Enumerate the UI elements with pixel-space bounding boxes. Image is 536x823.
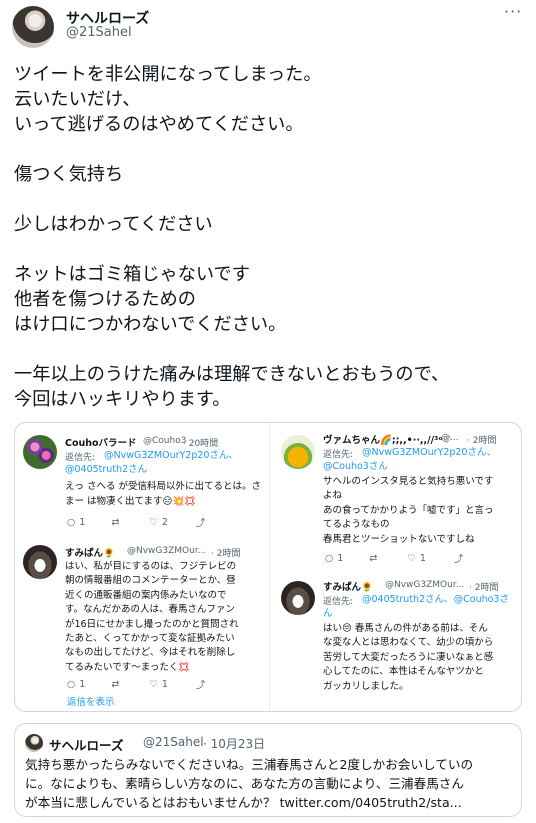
body-line: はけ口につかわないでください。	[14, 314, 287, 335]
reply-text-line: たあと、くってかかって変な証拠みたい	[65, 633, 235, 645]
reply-avatar	[281, 435, 315, 469]
reply-text-line: ガッカリしました。	[323, 680, 409, 692]
body-line: 一年以上のうけた痛みは理解できないとおもうので、	[14, 364, 450, 385]
body-line: 少しはわかってください	[14, 214, 213, 235]
like-count: 1	[419, 552, 426, 564]
reply-actions: ○ 1 ⇄ ♡ 1 ⤴	[67, 677, 257, 692]
reply-text-line: す。なんだかあの人は、春馬さんファン	[65, 604, 236, 616]
body-line: 傷つく気持ち	[14, 164, 124, 185]
retweet-icon: ⇄	[369, 552, 378, 564]
body-line	[14, 137, 524, 162]
reply-text-line: なもの出してたけど、今はそれを削除し	[65, 647, 236, 659]
reply-handle: @NvwG3ZMOur...	[385, 580, 465, 590]
quoted-text-line: 気持ち悪かったらみないでくださいね。三浦春馬さんと2度しかお会いしていの	[25, 757, 474, 772]
more-options-icon[interactable]: ···	[504, 2, 522, 21]
author-avatar[interactable]	[12, 6, 54, 48]
quoted-date: · 10月23日	[203, 737, 266, 751]
reply-time: · 2時間	[467, 436, 497, 446]
quoted-author-avatar	[25, 734, 43, 752]
like-count: 2	[161, 516, 168, 528]
body-line: いって逃げるのはやめてください。	[14, 114, 304, 135]
reply-text-line: 心してたのに、本性はそんなヤツかと	[323, 666, 484, 678]
reply-handle: @Couho3	[143, 436, 187, 446]
reply-prefix: 返信先:	[323, 450, 354, 460]
reply-author-name: すみぱん🌻	[323, 582, 373, 593]
reply-to-link: @Couho3さん	[323, 461, 388, 472]
quoted-text-line: が本当に悲しんでいるとはおもいませんか？ twitter.com/0405tru…	[25, 795, 462, 810]
like-icon: ♡	[149, 678, 158, 690]
reply-icon: ○	[67, 678, 76, 690]
reply-text-line: が16日にせかまし撮ったのかと質問され	[65, 618, 239, 630]
quoted-text: 気持ち悪かったらみないでくださいね。三浦春馬さんと2度しかお会いしていの に。な…	[25, 755, 473, 812]
quoted-text-line: に。なによりも、素晴らしい方なのに、あなた方の言動により、三浦春馬さん	[25, 776, 465, 791]
reply-text-line: はい😔 春馬さんの件がある前は、そん	[323, 623, 488, 634]
reply-prefix: 返信先:	[65, 453, 96, 463]
reply-count: 1	[337, 552, 344, 564]
body-line: 今回はハッキリやります。	[14, 389, 231, 410]
body-line: 他者を傷つけるための	[14, 289, 196, 310]
reply-to-link: ん	[323, 608, 333, 619]
reply-to-link: @0405truth2さん、@Couho3さ	[362, 594, 509, 605]
body-line: ツイートを非公開になってしまった。	[14, 64, 322, 85]
quoted-tweet[interactable]: サヘルローズ @21Sahel · 10月23日 気持ち悪かったらみないでくださ…	[14, 723, 522, 817]
body-line: ネットはゴミ箱じゃないです	[14, 264, 250, 285]
reply-author-name: Couhoバラード	[65, 438, 137, 449]
reply-text: はい、私が目にするのは、フジテレビの 朝の情報番組のコメンテーターとか、昼 近く…	[65, 560, 239, 675]
reply-avatar	[281, 581, 315, 615]
tweet-body: ツイートを非公開になってしまった。 云いたいだけ、 いって逃げるのはやめてくださ…	[14, 62, 524, 412]
reply-text: はい😔 春馬さんの件がある前は、そん な変な人とは思わなくて、幼少の頃から 苦労…	[323, 622, 493, 694]
reply-text: サヘルのインスタ見ると気持ち悪いです よね あの食ってかかりよう「嘘です」と言っ…	[323, 475, 494, 547]
reply-icon: ○	[325, 552, 334, 564]
reply-to-link: @NvwG3ZMOurY2p20さん、	[362, 447, 496, 458]
reply-avatar	[23, 435, 57, 469]
reply-time: · 20時間	[183, 439, 219, 449]
show-replies-link: 返信を表示	[67, 697, 115, 708]
like-icon: ♡	[407, 552, 416, 564]
reply-prefix: 返信先:	[323, 597, 354, 607]
retweet-icon: ⇄	[111, 678, 120, 690]
reply-text-line: 近くの通販番組の案内係みたいなので	[65, 589, 227, 601]
reply-text-line: てるみたいです〜まったく💢	[65, 661, 191, 673]
like-icon: ♡	[149, 516, 158, 528]
reply-text-line: よね	[323, 490, 343, 502]
reply-text-line: あの食ってかかりよう「嘘です」と言っ	[323, 504, 494, 516]
reply-text-line: サヘルのインスタ見ると気持ち悪いです	[323, 476, 494, 487]
body-line: 云いたいだけ、	[14, 89, 141, 110]
quoted-author-handle: @21Sahel	[143, 735, 204, 749]
body-line	[14, 187, 524, 212]
reply-handle: @...	[441, 433, 459, 443]
like-count: 1	[161, 678, 168, 690]
reply-icon: ○	[67, 516, 76, 528]
reply-avatar	[23, 545, 57, 579]
reply-text-line: てるようなもの	[323, 519, 390, 531]
body-line	[14, 337, 524, 362]
reply-to-link: @NvwG3ZMOurY2p20さん、	[104, 450, 238, 461]
body-line	[14, 237, 524, 262]
reply-actions: ○ 1 ⇄ ♡ 2 ⤴	[67, 515, 257, 530]
retweet-icon: ⇄	[111, 516, 120, 528]
reply-text-line: な変な人とは思わなくて、幼少の頃から	[323, 637, 494, 649]
author-handle[interactable]: @21Sahel	[66, 25, 132, 40]
attached-screenshot[interactable]: Couhoバラード @Couho3 · 20時間 返信先: @NvwG3ZMOu…	[14, 422, 522, 712]
reply-author-name: すみぱん🌻	[65, 548, 115, 559]
reply-count: 1	[79, 678, 86, 690]
reply-text-line: 春馬君とツーショットないですしね	[323, 533, 475, 545]
screenshot-divider	[269, 423, 270, 711]
quoted-author-name: サヘルローズ	[49, 738, 124, 753]
reply-author-name: ヴァムちゃん🌈;;,,•··,,//³ᵒ♡	[323, 435, 452, 446]
reply-time: · 2時間	[211, 549, 241, 559]
reply-time: · 2時間	[469, 583, 499, 593]
reply-to-link: @0405truth2さん	[65, 464, 148, 475]
reply-text: えっ さへる が受信料局以外に出てるとは。さまー は物凄く出てます😑💥💢	[65, 481, 262, 507]
reply-text-line: はい、私が目にするのは、フジテレビの	[65, 561, 237, 572]
share-icon: ⤴	[195, 680, 206, 691]
reply-text-line: 苦労して大変だったろうに凄いなぁと感	[323, 651, 494, 663]
share-icon: ⤴	[195, 518, 206, 529]
reply-handle: @NvwG3ZMOur...	[127, 546, 207, 556]
share-icon: ⤴	[453, 554, 464, 565]
reply-actions: ○ 1 ⇄ ♡ 1 ⤴	[325, 551, 515, 566]
reply-count: 1	[79, 516, 86, 528]
reply-text-line: 朝の情報番組のコメンテーターとか、昼	[65, 575, 236, 587]
